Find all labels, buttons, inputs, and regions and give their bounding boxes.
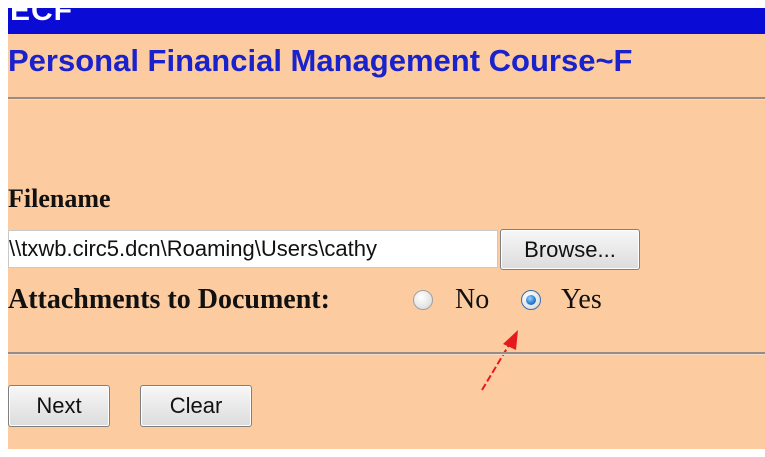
attachments-no-radio[interactable]	[413, 290, 433, 310]
form-page: ECF Personal Financial Management Course…	[8, 8, 765, 449]
clear-button[interactable]: Clear	[140, 385, 252, 427]
arrow-head	[503, 330, 518, 350]
next-button[interactable]: Next	[8, 385, 110, 427]
attachments-yes-label[interactable]: Yes	[561, 284, 602, 316]
attachments-no-label[interactable]: No	[455, 284, 489, 316]
attachments-yes-radio[interactable]	[521, 290, 541, 310]
filename-input[interactable]: \\txwb.circ5.dcn\Roaming\Users\cathy	[8, 230, 498, 268]
top-banner: ECF	[8, 8, 765, 34]
horizontal-divider-bottom	[8, 352, 765, 355]
banner-logo: ECF	[10, 8, 73, 27]
browse-button[interactable]: Browse...	[500, 229, 640, 270]
radio-selected-dot	[526, 295, 536, 305]
arrow-shaft	[481, 339, 513, 391]
attachments-label: Attachments to Document:	[8, 284, 330, 315]
red-arrow-icon	[481, 330, 518, 391]
filename-label: Filename	[8, 184, 111, 213]
horizontal-divider-top	[8, 97, 765, 100]
page-title: Personal Financial Management Course~F	[8, 43, 633, 78]
